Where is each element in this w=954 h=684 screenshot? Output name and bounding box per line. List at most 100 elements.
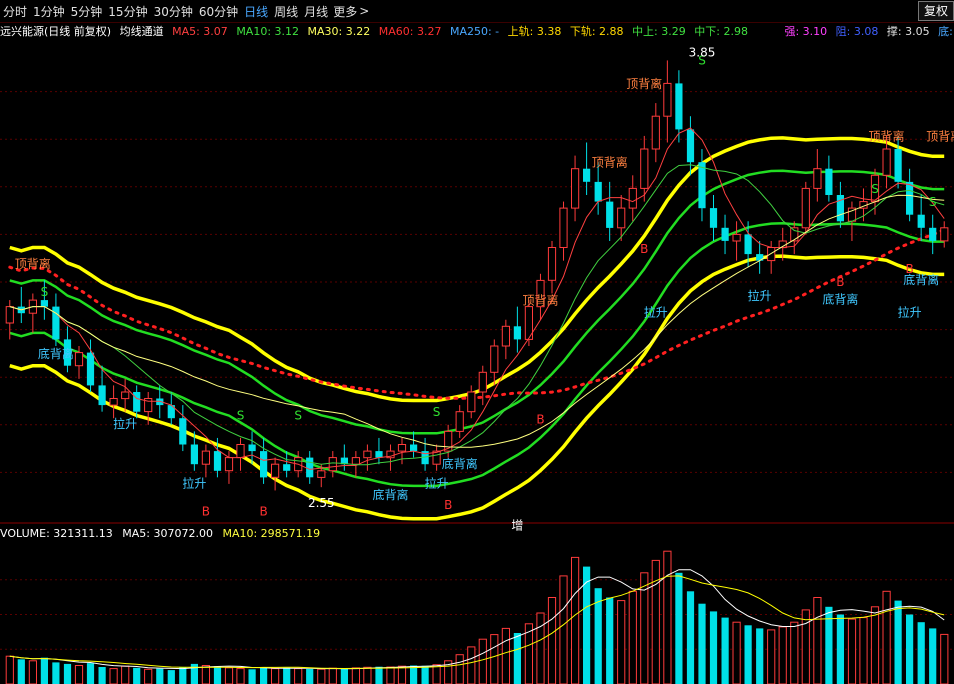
candle-up	[121, 391, 130, 400]
candle-up	[109, 398, 118, 406]
candle-up	[628, 187, 637, 209]
volume-bars	[5, 550, 949, 684]
candle-up	[559, 207, 568, 249]
sell-signal-label: S	[294, 409, 302, 423]
candle-up	[351, 457, 360, 465]
volume-bar-up	[455, 654, 464, 684]
candle-up	[74, 352, 84, 367]
buy-signal-label: B	[444, 498, 452, 512]
volume-bar-down	[709, 611, 718, 684]
volume-bar-up	[386, 666, 395, 684]
bottom-divergence-label: 底背离	[372, 487, 408, 502]
candle-up	[455, 411, 464, 432]
candle-down	[190, 444, 198, 465]
low-price-marker: 2.55	[308, 496, 335, 510]
candle-up	[501, 325, 510, 347]
candle-down	[756, 254, 764, 261]
volume-ma10-value: MA10: 298571.19	[222, 527, 321, 540]
candle-up	[651, 115, 660, 150]
candle-down	[260, 451, 268, 478]
candle-down	[721, 227, 729, 241]
top-divergence-label: 顶背离	[15, 256, 51, 271]
candle-down	[686, 129, 695, 163]
volume-ma5-value: MA5: 307072.00	[122, 527, 213, 540]
sell-signal-label: S	[929, 195, 937, 209]
candle-up	[640, 148, 649, 189]
chart-grid	[0, 91, 954, 650]
candle-down	[583, 168, 591, 182]
candle-up	[547, 247, 557, 281]
lift-label: 拉升	[748, 288, 772, 303]
volume-bar-up	[144, 668, 153, 684]
volume-bar-up	[547, 597, 557, 684]
candle-down	[917, 214, 925, 228]
high-price-marker: 3.85	[689, 45, 716, 59]
volume-bar-down	[340, 668, 348, 684]
sell-signal-label: S	[41, 285, 49, 299]
volume-bar-up	[501, 627, 510, 684]
lift-label: 拉升	[182, 475, 206, 490]
candle-down	[606, 201, 614, 228]
volume-bar-down	[98, 667, 106, 684]
buy-signal-label: B	[640, 242, 648, 256]
volume-bar-up	[847, 618, 857, 684]
candle-down	[513, 326, 521, 340]
volume-bar-down	[421, 665, 429, 684]
volume-bar-up	[813, 597, 822, 684]
volume-bar-down	[260, 667, 268, 684]
candlestick-chart[interactable]: 顶背离底背离S拉升拉升BSBS2.55底背离SB拉升底背离增B顶背离顶背离B拉升…	[0, 0, 954, 684]
volume-bar-down	[40, 657, 48, 684]
candle-down	[98, 385, 106, 406]
volume-bar-up	[236, 668, 245, 684]
volume-bar-down	[179, 667, 187, 684]
volume-bar-down	[63, 663, 72, 684]
volume-bar-up	[271, 668, 280, 684]
volume-bar-down	[17, 659, 25, 684]
candle-up	[328, 457, 337, 472]
volume-bar-up	[490, 634, 499, 684]
volume-bar-down	[929, 628, 937, 684]
volume-bar-up	[224, 667, 234, 684]
candle-up	[790, 227, 799, 242]
buy-signal-label: B	[536, 413, 544, 427]
candle-down	[906, 181, 914, 215]
volume-bar-down	[606, 597, 614, 684]
volume-bar-up	[559, 575, 568, 684]
candle-up	[813, 168, 822, 189]
volume-bar-up	[940, 633, 949, 684]
volume-bar-down	[513, 633, 521, 684]
candle-down	[825, 168, 833, 195]
top-divergence-label: 顶背离	[522, 293, 558, 308]
candles-layer	[5, 60, 949, 491]
volume-bar-down	[133, 667, 141, 684]
top-divergence-label: 顶背离	[592, 155, 628, 170]
volume-bar-down	[917, 622, 925, 684]
increase-label: 增	[511, 518, 523, 532]
candle-down	[306, 457, 314, 478]
candle-down	[410, 444, 418, 452]
lift-label: 拉升	[425, 475, 449, 490]
buy-signal-label: B	[905, 262, 913, 276]
lift-label: 拉升	[898, 305, 922, 320]
candle-down	[744, 234, 752, 255]
bottom-divergence-label: 底背离	[822, 292, 858, 307]
candle-up	[363, 450, 372, 459]
volume-bar-up	[732, 621, 741, 684]
candle-up	[940, 227, 949, 242]
candle-down	[40, 300, 48, 307]
candle-up	[5, 306, 14, 324]
bottom-divergence-label: 底背离	[442, 456, 478, 471]
buy-signal-label: B	[836, 275, 844, 289]
volume-bar-down	[906, 614, 914, 684]
volume-bar-up	[432, 664, 441, 684]
candle-down	[709, 208, 718, 228]
volume-bar-down	[213, 666, 222, 684]
bottom-divergence-label: 底背离	[38, 346, 74, 361]
candle-up	[271, 463, 280, 478]
volume-bar-up	[317, 668, 326, 684]
candle-up	[617, 207, 626, 229]
top-divergence-label: 顶背离	[868, 129, 904, 144]
volume-bar-down	[698, 603, 706, 684]
volume-bar-down	[306, 668, 314, 684]
candle-down	[929, 227, 937, 241]
